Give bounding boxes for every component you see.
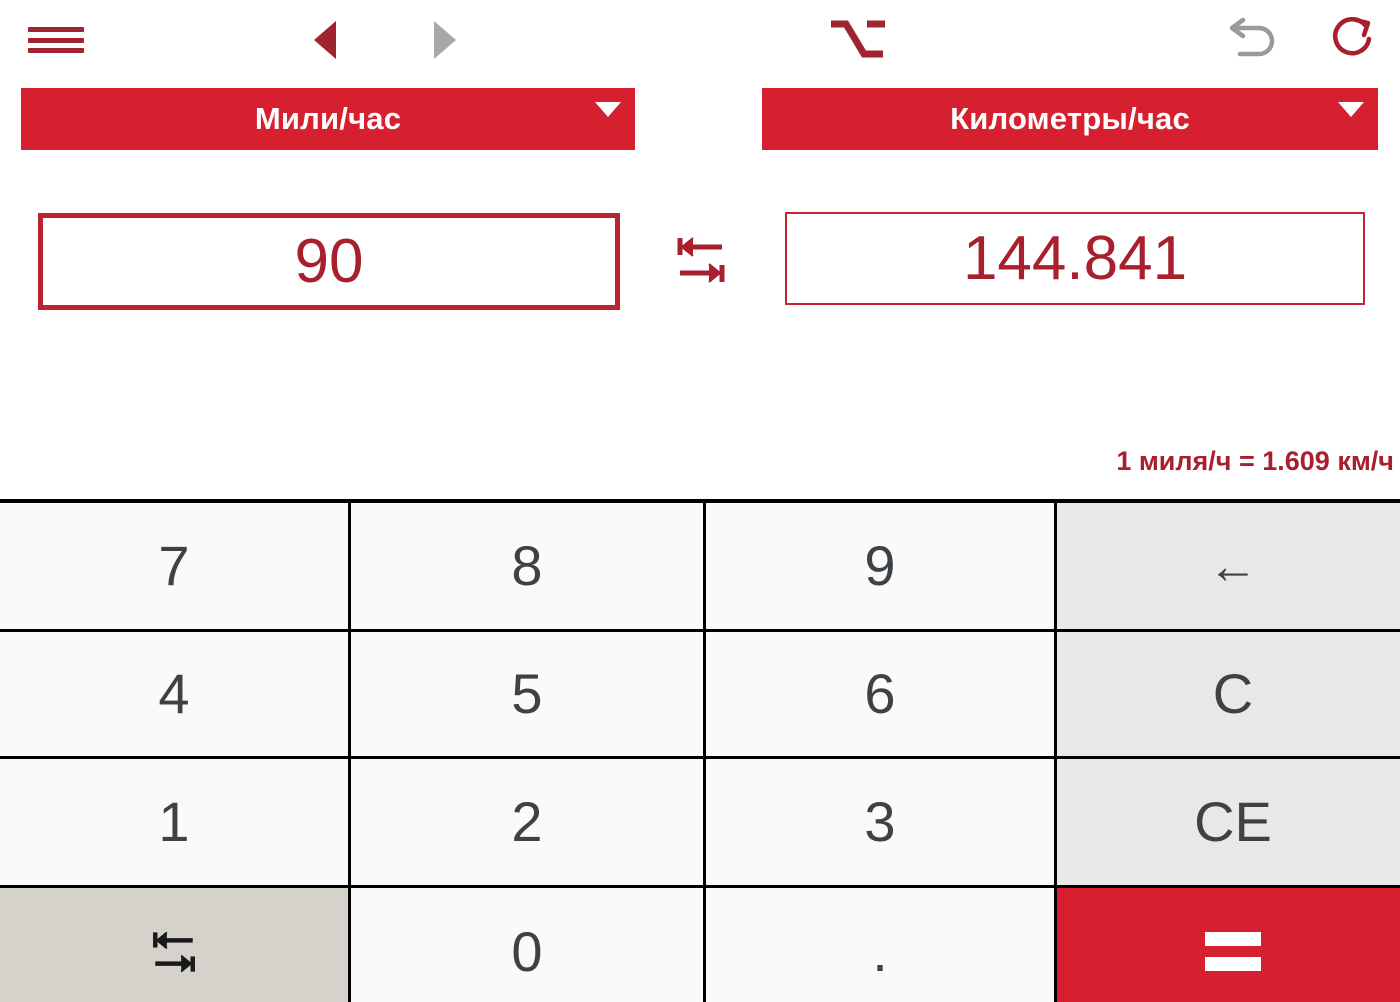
chevron-down-icon — [1338, 102, 1364, 117]
key-9[interactable]: 9 — [706, 503, 1054, 629]
key-label: . — [872, 919, 888, 983]
key-label: 4 — [158, 662, 190, 725]
key-label: 0 — [511, 919, 543, 983]
key-5[interactable]: 5 — [351, 632, 703, 756]
key-label: 8 — [511, 534, 543, 597]
key-7[interactable]: 7 — [0, 503, 348, 629]
key-6[interactable]: 6 — [706, 632, 1054, 756]
from-value-text: 90 — [294, 226, 364, 296]
key-label: 3 — [864, 790, 896, 853]
key-8[interactable]: 8 — [351, 503, 703, 629]
swap-arrows-icon — [153, 931, 195, 972]
unit-converter-app: Мили/час Километры/час 90 144.841 1 миля… — [0, 0, 1400, 1002]
key-2[interactable]: 2 — [351, 759, 703, 885]
swap-units-button[interactable] — [672, 232, 730, 288]
to-unit-label: Километры/час — [950, 101, 1190, 136]
reset-button[interactable] — [1316, 8, 1388, 70]
backspace-arrow-icon: ← — [1208, 538, 1258, 594]
equals-icon — [1205, 932, 1261, 971]
chevron-down-icon — [595, 102, 621, 117]
next-button[interactable] — [410, 10, 480, 70]
to-value-output[interactable]: 144.841 — [785, 212, 1365, 305]
key-clear[interactable]: C — [1057, 632, 1400, 756]
numeric-keypad: 7 8 9 ← 4 5 6 C 1 2 3 CE 0. — [0, 499, 1400, 1002]
option-button[interactable] — [818, 8, 898, 70]
key-label: 9 — [864, 534, 896, 597]
to-unit-dropdown[interactable]: Километры/час — [762, 88, 1378, 150]
key-label: 5 — [511, 662, 543, 725]
option-alt-icon — [831, 20, 885, 58]
key-backspace[interactable]: ← — [1057, 503, 1400, 629]
refresh-circular-arrow-icon — [1332, 16, 1372, 56]
undo-button[interactable] — [1218, 8, 1290, 70]
key-4[interactable]: 4 — [0, 632, 348, 756]
triangle-right-icon — [434, 21, 456, 59]
conversion-rate-note: 1 миля/ч = 1.609 км/ч — [1116, 446, 1394, 476]
key-label: CE — [1194, 790, 1272, 853]
hamburger-icon — [28, 27, 84, 53]
key-1[interactable]: 1 — [0, 759, 348, 885]
from-unit-dropdown[interactable]: Мили/час — [21, 88, 635, 150]
key-label: 2 — [511, 790, 543, 853]
to-value-text: 144.841 — [962, 223, 1188, 293]
menu-button[interactable] — [18, 10, 94, 70]
key-0[interactable]: 0 — [351, 888, 703, 1002]
top-toolbar — [0, 0, 1400, 80]
from-value-input[interactable]: 90 — [38, 213, 620, 310]
key-swap[interactable] — [0, 888, 348, 1002]
triangle-left-icon — [314, 21, 336, 59]
key-label: 7 — [158, 534, 190, 597]
key-decimal[interactable]: . — [706, 888, 1054, 1002]
key-equals[interactable] — [1057, 888, 1400, 1002]
key-label: 1 — [158, 790, 190, 853]
from-unit-label: Мили/час — [254, 101, 402, 136]
key-3[interactable]: 3 — [706, 759, 1054, 885]
key-clear-entry[interactable]: CE — [1057, 759, 1400, 885]
undo-arrow-icon — [1229, 17, 1275, 57]
key-label: 6 — [864, 662, 896, 725]
swap-arrows-icon — [677, 237, 725, 283]
key-label: C — [1212, 662, 1254, 725]
previous-button[interactable] — [290, 10, 360, 70]
